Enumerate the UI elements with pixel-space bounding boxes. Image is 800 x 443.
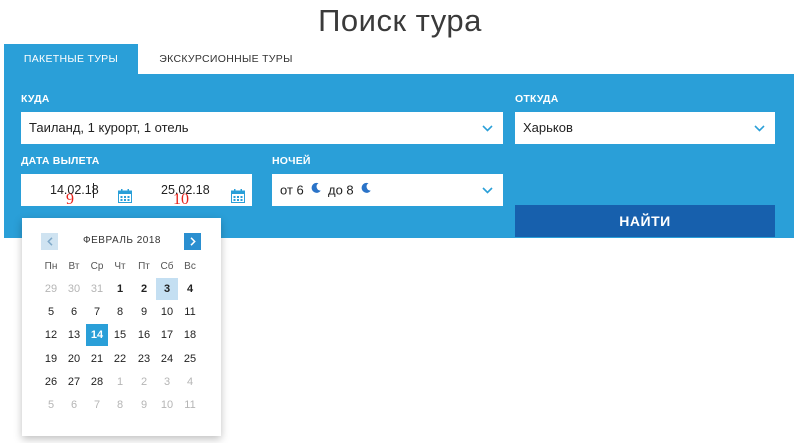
calendar-day-outside[interactable]: 11 <box>179 394 201 416</box>
calendar-day[interactable]: 4 <box>179 278 201 300</box>
tab-excursion-tours[interactable]: ЭКСКУРСИОННЫЕ ТУРЫ <box>144 44 308 74</box>
calendar-day[interactable]: 27 <box>63 371 85 393</box>
text-caret <box>93 183 94 198</box>
destination-select[interactable]: Таиланд, 1 курорт, 1 отель <box>21 112 503 144</box>
tour-search-panel: ПАКЕТНЫЕ ТУРЫ ЭКСКУРСИОННЫЕ ТУРЫ КУДА Та… <box>4 44 794 252</box>
calendar-day-outside[interactable]: 29 <box>40 278 62 300</box>
calendar-day-outside[interactable]: 8 <box>109 394 131 416</box>
calendar-day[interactable]: 20 <box>63 348 85 370</box>
chevron-right-icon <box>189 237 196 246</box>
nights-label: НОЧЕЙ <box>272 155 311 167</box>
calendar-day[interactable]: 12 <box>40 324 62 346</box>
calendar-day[interactable]: 6 <box>63 301 85 323</box>
calendar-day[interactable]: 10 <box>156 301 178 323</box>
calendar-day[interactable]: 16 <box>133 324 155 346</box>
chevron-down-icon <box>754 112 765 144</box>
calendar-day-outside[interactable]: 6 <box>63 394 85 416</box>
calendar-day[interactable]: 5 <box>40 301 62 323</box>
weekday-label: Вс <box>184 261 196 272</box>
moon-icon <box>310 174 322 206</box>
nights-from: от 6 <box>280 182 304 198</box>
calendar-day[interactable]: 18 <box>179 324 201 346</box>
more-search-params-link[interactable]: Больше параметров поиска <box>515 240 775 252</box>
chevron-left-icon <box>46 237 53 246</box>
calendar-day[interactable]: 14 <box>86 324 108 347</box>
weekday-label: Чт <box>114 261 126 272</box>
calendar-day[interactable]: 25 <box>179 348 201 370</box>
calendar-month-title: ФЕВРАЛЬ 2018 <box>83 235 161 246</box>
destination-label: КУДА <box>21 93 50 105</box>
calendar-day[interactable]: 28 <box>86 371 108 393</box>
origin-select[interactable]: Харьков <box>515 112 775 144</box>
page-title: Поиск тура <box>318 3 482 38</box>
search-form: КУДА Таиланд, 1 курорт, 1 отель ОТКУДА Х… <box>4 74 794 252</box>
date-from-input[interactable]: 14.02.18 <box>50 174 99 206</box>
calendar-day[interactable]: 19 <box>40 348 62 370</box>
calendar-day-outside[interactable]: 9 <box>133 394 155 416</box>
calendar-day[interactable]: 7 <box>86 301 108 323</box>
more-search-params-label: Больше параметров поиска <box>566 240 713 252</box>
calendar-day-outside[interactable]: 4 <box>179 371 201 393</box>
calendar-day[interactable]: 17 <box>156 324 178 346</box>
origin-value: Харьков <box>523 120 573 135</box>
annotation-number: 9 <box>66 191 74 208</box>
calendar-day[interactable]: 8 <box>109 301 131 323</box>
find-button[interactable]: НАЙТИ <box>515 205 775 237</box>
departure-date-label: ДАТА ВЫЛЕТА <box>21 155 100 167</box>
calendar-day-outside[interactable]: 31 <box>86 278 108 300</box>
calendar-day[interactable]: 3 <box>156 278 178 300</box>
calendar-day[interactable]: 26 <box>40 371 62 393</box>
weekday-label: Сб <box>160 261 174 272</box>
weekday-label: Ср <box>90 261 104 272</box>
calendar-day[interactable]: 13 <box>63 324 85 346</box>
date-picker-calendar: ФЕВРАЛЬ 2018 Пн Вт Ср Чт Пт Сб Вс 29 30 31 1 2 3 4 5 6 7… <box>22 218 221 436</box>
chevron-down-icon <box>482 112 493 144</box>
calendar-day-outside[interactable]: 2 <box>133 371 155 393</box>
annotation-number: 10 <box>173 191 189 208</box>
calendar-day[interactable]: 11 <box>179 301 201 323</box>
calendar-day[interactable]: 1 <box>109 278 131 300</box>
calendar-day-outside[interactable]: 1 <box>109 371 131 393</box>
calendar-day-outside[interactable]: 10 <box>156 394 178 416</box>
prev-month-button[interactable] <box>41 233 58 250</box>
weekday-label: Вт <box>68 261 80 272</box>
nights-select[interactable]: от 6 до 8 <box>272 174 503 206</box>
calendar-day-outside[interactable]: 3 <box>156 371 178 393</box>
calendar-day[interactable]: 2 <box>133 278 155 300</box>
calendar-icon[interactable] <box>118 183 132 215</box>
destination-value: Таиланд, 1 курорт, 1 отель <box>29 120 189 135</box>
origin-label: ОТКУДА <box>515 93 559 105</box>
calendar-day[interactable]: 21 <box>86 348 108 370</box>
moon-icon <box>360 174 372 206</box>
tab-package-tours[interactable]: ПАКЕТНЫЕ ТУРЫ <box>4 44 138 74</box>
calendar-icon[interactable] <box>231 183 245 215</box>
calendar-day-outside[interactable]: 30 <box>63 278 85 300</box>
weekday-label: Пн <box>44 261 58 272</box>
departure-date-range: 14.02.18 25.02.18 9 10 <box>21 174 252 208</box>
chevron-down-icon <box>715 240 723 252</box>
calendar-day[interactable]: 15 <box>109 324 131 346</box>
calendar-day[interactable]: 9 <box>133 301 155 323</box>
calendar-day-outside[interactable]: 5 <box>40 394 62 416</box>
chevron-down-icon <box>482 174 493 206</box>
calendar-day[interactable]: 23 <box>133 348 155 370</box>
calendar-day-outside[interactable]: 7 <box>86 394 108 416</box>
calendar-day[interactable]: 22 <box>109 348 131 370</box>
next-month-button[interactable] <box>184 233 201 250</box>
nights-to: до 8 <box>328 182 354 198</box>
calendar-day[interactable]: 24 <box>156 348 178 370</box>
weekday-label: Пт <box>138 261 150 272</box>
